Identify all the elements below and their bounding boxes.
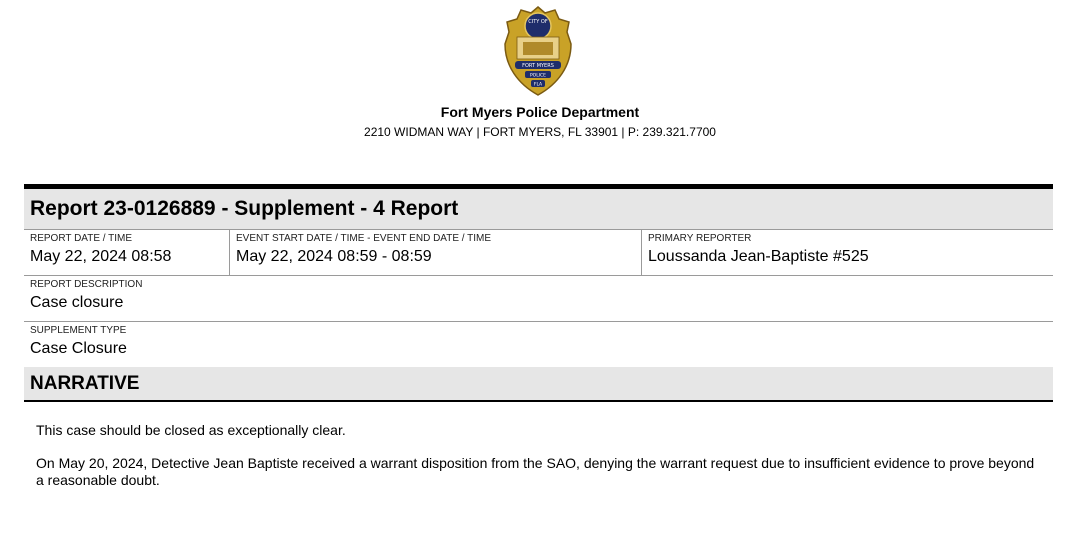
supplement-type-row: SUPPLEMENT TYPE Case Closure <box>24 322 1053 367</box>
narrative-body: This case should be closed as exceptiona… <box>24 402 1053 489</box>
supplement-type-label: SUPPLEMENT TYPE <box>30 325 127 336</box>
svg-text:FLA: FLA <box>534 82 543 88</box>
report-description-value: Case closure <box>30 294 124 311</box>
svg-text:POLICE: POLICE <box>530 73 546 79</box>
primary-reporter-label: PRIMARY REPORTER <box>648 233 752 244</box>
narrative-heading: NARRATIVE <box>30 372 140 394</box>
svg-text:FORT MYERS: FORT MYERS <box>522 63 554 69</box>
event-datetime-value: May 22, 2024 08:59 - 08:59 <box>236 248 432 265</box>
primary-reporter-value: Loussanda Jean-Baptiste #525 <box>648 248 869 265</box>
report-datetime-cell: REPORT DATE / TIME May 22, 2024 08:58 <box>24 230 229 275</box>
department-address: 2210 WIDMAN WAY | FORT MYERS, FL 33901 |… <box>364 125 716 139</box>
narrative-paragraph: This case should be closed as exceptiona… <box>36 422 346 438</box>
report-datetime-label: REPORT DATE / TIME <box>30 233 133 244</box>
event-datetime-cell: EVENT START DATE / TIME - EVENT END DATE… <box>229 230 641 275</box>
department-name: Fort Myers Police Department <box>440 104 640 120</box>
report-datetime-value: May 22, 2024 08:58 <box>30 248 172 265</box>
police-badge-icon: CITY OF FORT MYERS POLICE FLA <box>504 6 572 96</box>
primary-reporter-cell: PRIMARY REPORTER Loussanda Jean-Baptiste… <box>641 230 1053 275</box>
report-meta-row: REPORT DATE / TIME May 22, 2024 08:58 EV… <box>24 230 1053 276</box>
narrative-paragraph: On May 20, 2024, Detective Jean Baptiste… <box>36 455 1035 488</box>
report-title: Report 23-0126889 - Supplement - 4 Repor… <box>30 197 459 220</box>
report-section: Report 23-0126889 - Supplement - 4 Repor… <box>24 184 1053 505</box>
report-description-label: REPORT DESCRIPTION <box>30 279 143 290</box>
event-datetime-label: EVENT START DATE / TIME - EVENT END DATE… <box>236 233 492 244</box>
report-description-cell: REPORT DESCRIPTION Case closure <box>24 276 1053 321</box>
supplement-type-cell: SUPPLEMENT TYPE Case Closure <box>24 322 1053 367</box>
supplement-type-value: Case Closure <box>30 340 127 357</box>
report-title-bar: Report 23-0126889 - Supplement - 4 Repor… <box>24 189 1053 230</box>
report-description-row: REPORT DESCRIPTION Case closure <box>24 276 1053 322</box>
svg-text:CITY OF: CITY OF <box>528 19 548 25</box>
narrative-heading-bar: NARRATIVE <box>24 367 1053 402</box>
